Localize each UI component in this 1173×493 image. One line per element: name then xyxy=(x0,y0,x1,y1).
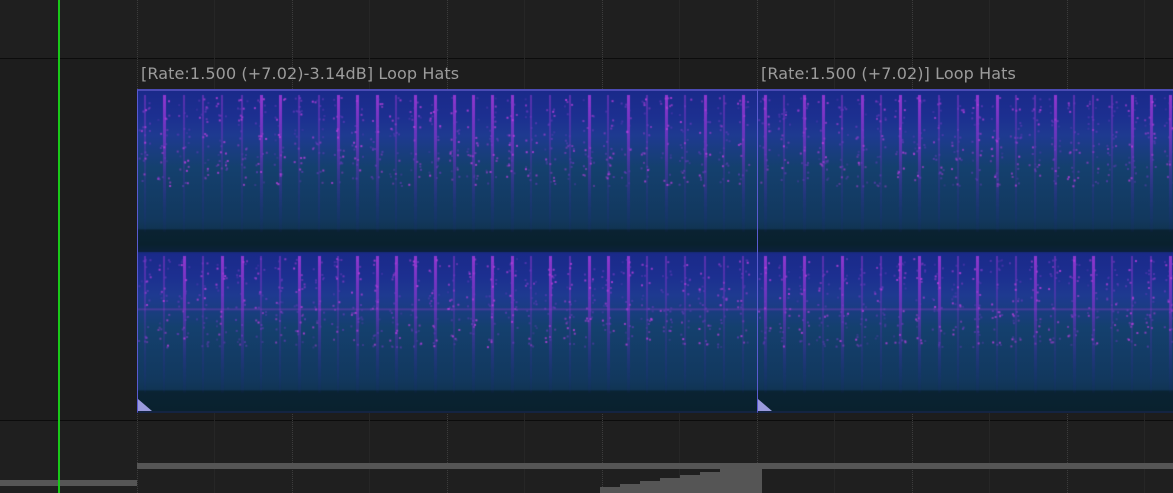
item-label: [Rate:1.500 (+7.02)] Loop Hats xyxy=(761,64,1016,83)
media-item-loop-hats-1[interactable]: [Rate:1.500 (+7.02)-3.14dB] Loop Hats xyxy=(137,59,757,413)
arrange-view[interactable]: [Rate:1.500 (+7.02)-3.14dB] Loop Hats [R… xyxy=(0,0,1173,493)
envelope-step xyxy=(720,469,742,493)
envelope-step xyxy=(600,487,622,493)
spectral-waveform[interactable] xyxy=(137,89,757,413)
media-item-loop-hats-2[interactable]: [Rate:1.500 (+7.02)] Loop Hats xyxy=(757,59,1173,413)
envelope-step xyxy=(740,466,762,493)
item-label: [Rate:1.500 (+7.02)-3.14dB] Loop Hats xyxy=(141,64,460,83)
spectrogram-canvas xyxy=(758,91,1173,413)
spectral-waveform[interactable] xyxy=(757,89,1173,413)
track-lane-below[interactable] xyxy=(0,421,1173,493)
envelope-step xyxy=(620,484,642,493)
track-lane-above[interactable] xyxy=(0,0,1173,59)
edit-cursor[interactable] xyxy=(58,0,60,493)
fade-in-handle[interactable] xyxy=(138,399,152,411)
envelope-line-top[interactable] xyxy=(137,463,1173,469)
envelope-step xyxy=(700,472,722,493)
envelope-step xyxy=(680,475,702,493)
fade-in-handle[interactable] xyxy=(758,399,772,411)
envelope-line-left[interactable] xyxy=(0,480,137,486)
envelope-step xyxy=(660,478,682,493)
spectrogram-canvas xyxy=(138,91,757,413)
envelope-step xyxy=(640,481,662,493)
